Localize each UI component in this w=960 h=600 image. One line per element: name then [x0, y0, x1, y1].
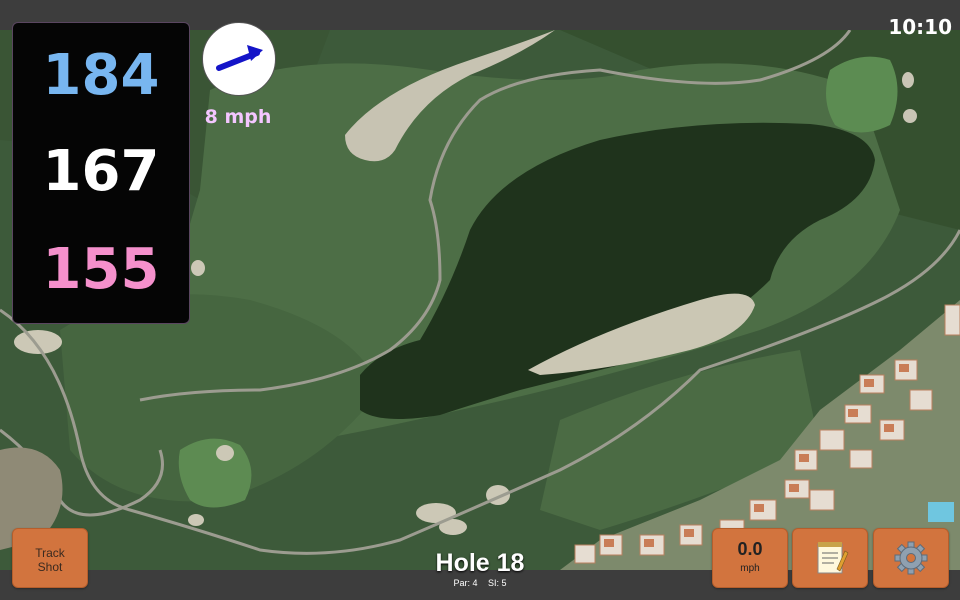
wind-indicator	[202, 22, 276, 96]
speed-button[interactable]: 0.0 mph	[712, 528, 788, 588]
track-shot-button[interactable]: Track Shot	[12, 528, 88, 588]
clock: 10:10	[888, 15, 952, 39]
wind-speed: 8 mph	[204, 106, 272, 128]
settings-button[interactable]	[873, 528, 949, 588]
distance-back: 184	[42, 43, 160, 108]
distance-front: 155	[42, 237, 160, 302]
distance-panel: 184 167 155	[12, 22, 190, 324]
speed-value: 0.0	[737, 539, 763, 559]
hole-title: Hole 18	[435, 549, 525, 577]
track-shot-label: Track Shot	[35, 546, 65, 574]
hole-info: Par: 4 SI: 5	[380, 578, 580, 588]
arrow-up-right-icon	[216, 45, 263, 71]
distance-middle: 167	[42, 139, 160, 204]
speed-unit: mph	[740, 563, 760, 574]
hole-par: Par: 4	[453, 578, 478, 588]
hole-stroke-index: SI: 5	[488, 578, 507, 588]
gear-icon	[894, 541, 928, 575]
notes-button[interactable]	[792, 528, 868, 588]
notepad-icon	[817, 542, 849, 574]
